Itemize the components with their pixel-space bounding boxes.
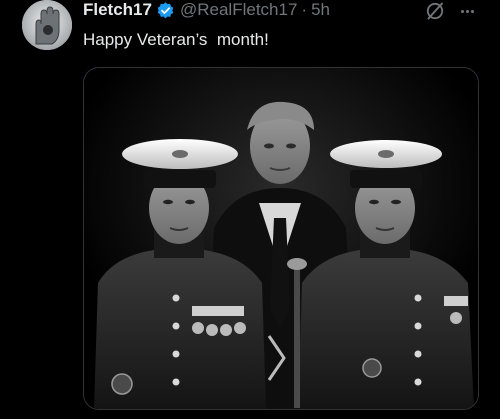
post-timestamp[interactable]: 5h xyxy=(311,0,330,20)
verified-badge-icon xyxy=(157,1,174,18)
author-avatar[interactable] xyxy=(22,0,72,50)
grok-slash-icon[interactable] xyxy=(425,1,445,21)
post-card[interactable]: Fletch17 @RealFletch17 · 5h Happy Vetera… xyxy=(0,0,500,419)
more-dot xyxy=(470,9,474,13)
photo-veterans-image xyxy=(84,68,478,409)
more-options-icon[interactable] xyxy=(456,2,478,20)
post-media[interactable] xyxy=(83,67,479,410)
post-header: Fletch17 @RealFletch17 · 5h xyxy=(83,0,330,21)
avatar-image xyxy=(22,0,72,50)
post-text: Happy Veteran’s month! xyxy=(83,30,269,49)
separator-dot: · xyxy=(301,0,308,19)
author-display-name[interactable]: Fletch17 xyxy=(83,0,152,20)
author-handle[interactable]: @RealFletch17 xyxy=(180,0,297,20)
more-dot xyxy=(465,9,469,13)
more-dot xyxy=(460,9,464,13)
